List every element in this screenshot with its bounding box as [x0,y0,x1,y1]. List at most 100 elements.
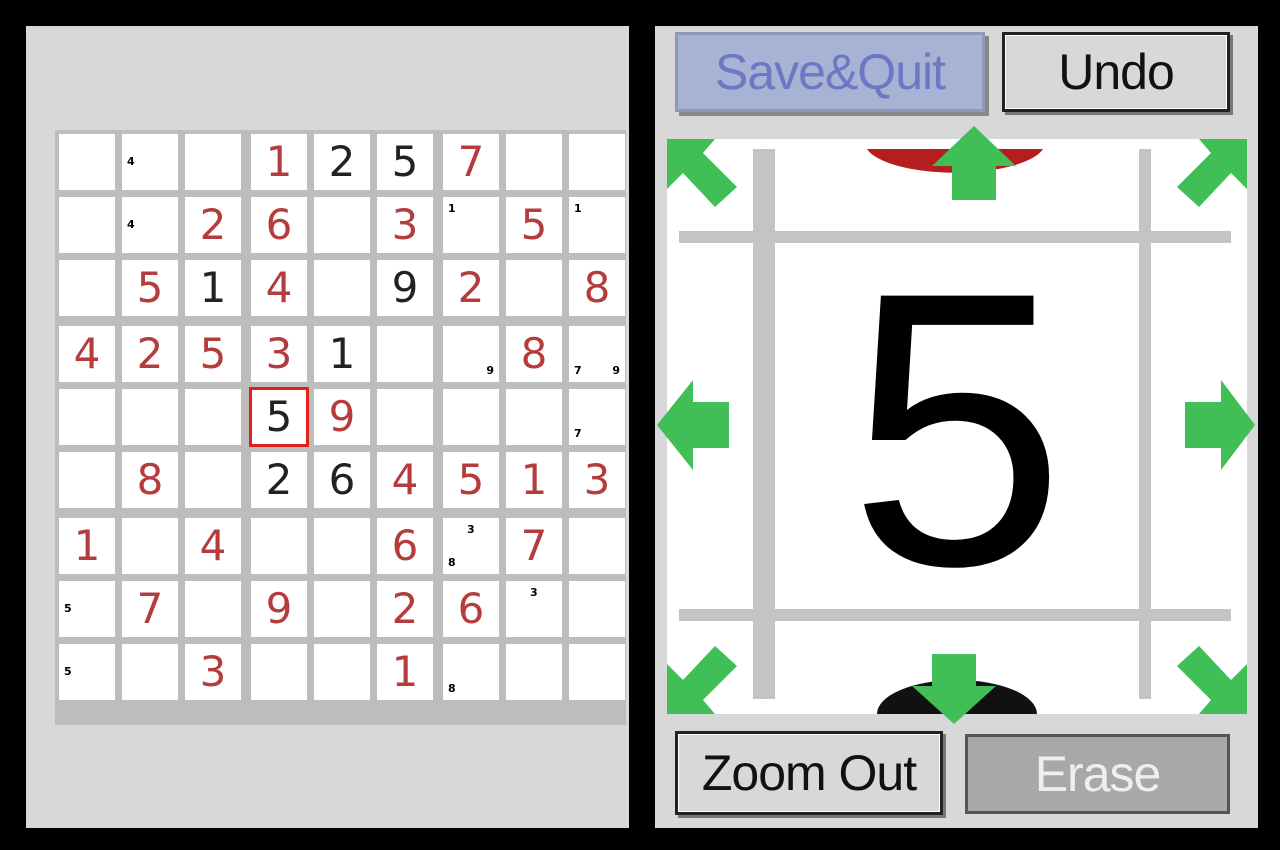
sudoku-cell[interactable] [569,581,625,637]
sudoku-cell[interactable]: 9 [377,260,433,316]
sudoku-cell[interactable]: 4 [122,134,178,190]
sudoku-cell[interactable]: 1 [251,134,307,190]
sudoku-cell[interactable]: 5 [59,581,115,637]
zoom-out-button[interactable]: Zoom Out [675,731,943,815]
sudoku-cell[interactable] [59,452,115,508]
sudoku-cell[interactable] [251,644,307,700]
sudoku-cell[interactable]: 8 [569,260,625,316]
arrow-up-right-icon[interactable] [1177,139,1247,207]
sudoku-cell[interactable]: 1 [185,260,241,316]
sudoku-cell[interactable]: 5 [122,260,178,316]
sudoku-cell[interactable]: 9 [251,581,307,637]
save-quit-button[interactable]: Save&Quit [675,32,985,112]
sudoku-cell[interactable] [251,518,307,574]
sudoku-cell[interactable]: 9 [443,326,499,382]
sudoku-cell[interactable] [59,389,115,445]
sudoku-cell[interactable]: 2 [377,581,433,637]
sudoku-cell[interactable]: 2 [314,134,370,190]
sudoku-cell[interactable]: 1 [506,452,562,508]
sudoku-cell[interactable] [506,260,562,316]
sudoku-cell[interactable]: 2 [251,452,307,508]
sudoku-cell[interactable]: 3 [506,581,562,637]
sudoku-cell[interactable] [377,389,433,445]
cell-digit: 9 [265,584,293,633]
sudoku-cell[interactable]: 38 [443,518,499,574]
sudoku-cell[interactable] [59,197,115,253]
sudoku-cell[interactable]: 3 [251,326,307,382]
sudoku-cell[interactable] [506,644,562,700]
sudoku-cell[interactable]: 1 [569,197,625,253]
sudoku-cell[interactable] [443,389,499,445]
sudoku-cell[interactable]: 7 [122,581,178,637]
sudoku-cell[interactable]: 5 [377,134,433,190]
sudoku-cell[interactable]: 7 [569,389,625,445]
arrow-left-icon[interactable] [657,380,729,470]
sudoku-cell[interactable] [314,260,370,316]
zoomed-cell-view[interactable]: 5 [667,139,1247,714]
sudoku-cell[interactable] [569,518,625,574]
sudoku-cell[interactable] [314,518,370,574]
sudoku-cell[interactable] [185,389,241,445]
cell-digit: 7 [457,137,485,186]
sudoku-cell[interactable]: 1 [377,644,433,700]
sudoku-cell[interactable]: 1 [314,326,370,382]
sudoku-cell[interactable] [185,452,241,508]
cell-digit: 2 [457,263,485,312]
sudoku-cell[interactable]: 2 [443,260,499,316]
arrow-down-right-icon[interactable] [1177,646,1247,714]
arrow-down-icon[interactable] [912,654,996,724]
sudoku-cell[interactable]: 4 [122,197,178,253]
pencil-mark: 9 [612,364,620,377]
sudoku-cell[interactable] [569,134,625,190]
sudoku-cell[interactable] [122,518,178,574]
erase-button[interactable]: Erase [965,734,1230,814]
sudoku-cell[interactable]: 2 [185,197,241,253]
sudoku-cell[interactable]: 7 [443,134,499,190]
sudoku-cell[interactable] [185,581,241,637]
sudoku-cell[interactable] [59,260,115,316]
sudoku-cell[interactable] [122,644,178,700]
arrow-right-icon[interactable] [1185,380,1255,470]
sudoku-cell[interactable] [377,326,433,382]
sudoku-cell[interactable]: 3 [377,197,433,253]
sudoku-cell[interactable] [314,644,370,700]
sudoku-cell[interactable] [122,389,178,445]
sudoku-cell[interactable]: 5 [59,644,115,700]
sudoku-cell[interactable]: 7 [506,518,562,574]
sudoku-cell[interactable]: 2 [122,326,178,382]
sudoku-cell[interactable]: 9 [314,389,370,445]
sudoku-cell[interactable]: 5 [506,197,562,253]
sudoku-cell[interactable]: 4 [59,326,115,382]
sudoku-cell[interactable] [506,134,562,190]
sudoku-cell[interactable]: 5 [185,326,241,382]
sudoku-cell[interactable]: 1 [443,197,499,253]
arrow-down-left-icon[interactable] [667,646,737,714]
sudoku-cell-selected[interactable]: 5 [249,387,309,447]
pencil-mark: 1 [448,202,456,215]
sudoku-cell[interactable] [506,389,562,445]
sudoku-cell[interactable]: 3 [185,644,241,700]
sudoku-cell[interactable]: 6 [443,581,499,637]
sudoku-cell[interactable]: 4 [185,518,241,574]
sudoku-cell[interactable]: 6 [314,452,370,508]
sudoku-cell[interactable]: 8 [443,644,499,700]
sudoku-cell[interactable]: 4 [251,260,307,316]
sudoku-cell[interactable] [314,581,370,637]
sudoku-cell[interactable]: 4 [377,452,433,508]
sudoku-cell[interactable] [59,134,115,190]
cell-digit: 6 [391,521,419,570]
arrow-up-left-icon[interactable] [667,139,737,207]
sudoku-cell[interactable]: 5 [443,452,499,508]
sudoku-cell[interactable]: 6 [251,197,307,253]
sudoku-cell[interactable]: 3 [569,452,625,508]
sudoku-cell[interactable]: 6 [377,518,433,574]
sudoku-cell[interactable] [185,134,241,190]
sudoku-cell[interactable]: 1 [59,518,115,574]
sudoku-cell[interactable]: 8 [506,326,562,382]
sudoku-cell[interactable]: 79 [569,326,625,382]
sudoku-cell[interactable] [569,644,625,700]
arrow-up-icon[interactable] [932,126,1016,200]
sudoku-cell[interactable] [314,197,370,253]
sudoku-cell[interactable]: 8 [122,452,178,508]
undo-button[interactable]: Undo [1002,32,1230,112]
